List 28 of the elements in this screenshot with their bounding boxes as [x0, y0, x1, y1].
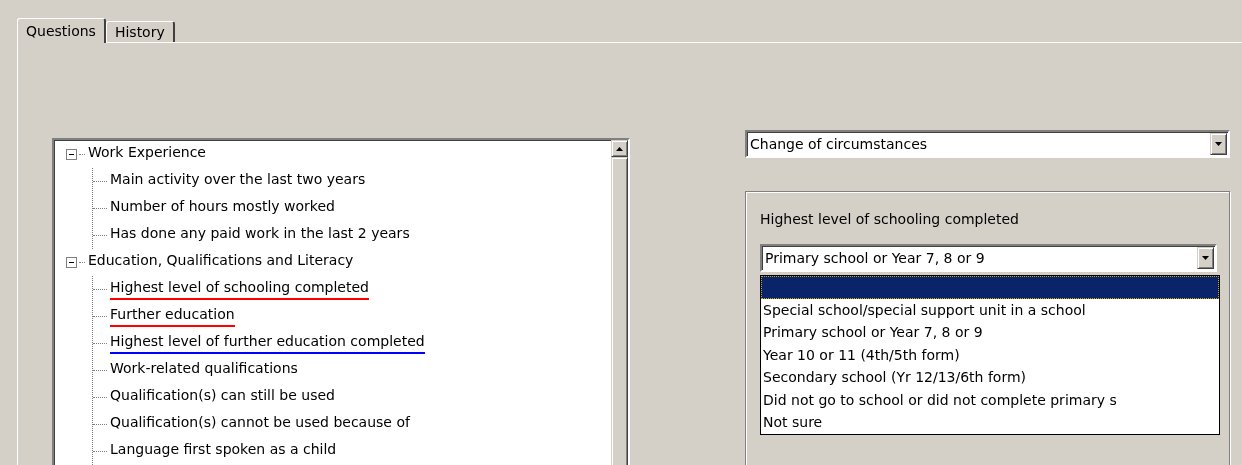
tree-item[interactable]: Work Experience: [88, 144, 206, 165]
tree-item[interactable]: Highest level of further education completed: [110, 333, 425, 354]
question-label: Highest level of schooling completed: [760, 211, 1019, 227]
minus-icon: [68, 259, 75, 266]
category-select[interactable]: Change of circumstances: [745, 130, 1230, 158]
tree-item[interactable]: Highest level of schooling completed: [110, 279, 369, 300]
up-arrow-icon: [616, 146, 623, 151]
minus-icon: [68, 151, 75, 158]
tree-item[interactable]: Education, Qualifications and Literacy: [88, 252, 354, 273]
scroll-up-button[interactable]: [611, 140, 628, 157]
dropdown-option[interactable]: [761, 276, 1219, 299]
collapse-toggle[interactable]: [66, 149, 77, 160]
tree-item[interactable]: Qualification(s) cannot be used because of: [110, 414, 410, 435]
tree-item[interactable]: Has done any paid work in the last 2 years: [110, 225, 410, 246]
tab[interactable]: History: [105, 21, 175, 42]
down-arrow-icon: [1202, 256, 1209, 260]
tree-item[interactable]: Further education: [110, 306, 235, 327]
answer-select[interactable]: Primary school or Year 7, 8 or 9: [760, 244, 1217, 272]
collapse-toggle[interactable]: [66, 257, 77, 268]
tree-item[interactable]: Main activity over the last two years: [110, 171, 366, 192]
dropdown-button[interactable]: [1210, 133, 1227, 155]
dropdown-button[interactable]: [1197, 247, 1214, 269]
tree-item[interactable]: Work-related qualifications: [110, 360, 298, 381]
tab[interactable]: Questions: [17, 18, 106, 43]
down-arrow-icon: [1215, 142, 1222, 146]
tree-item[interactable]: Number of hours mostly worked: [110, 198, 335, 219]
tree-item[interactable]: Qualification(s) can still be used: [110, 387, 335, 408]
tree-item[interactable]: Language first spoken as a child: [110, 441, 337, 462]
